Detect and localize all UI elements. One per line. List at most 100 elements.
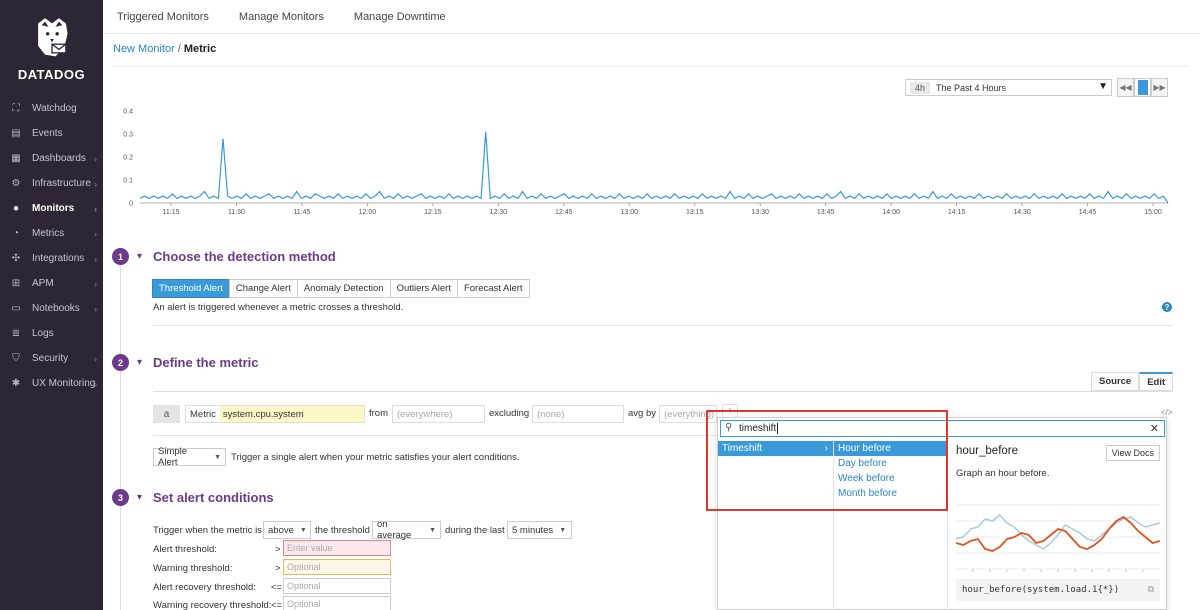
notebooks-icon: ▭ xyxy=(11,303,21,314)
excluding-placeholder: (none) xyxy=(537,408,565,420)
threshold-operator: <= xyxy=(271,582,283,593)
view-docs-button[interactable]: View Docs xyxy=(1105,445,1160,461)
function-option-list: Hour before Day before Week before Month be… xyxy=(834,441,948,610)
breadcrumb-current: Metric xyxy=(183,43,217,55)
x-tick-label: 11:15 xyxy=(163,209,180,216)
function-option-week-before[interactable]: Week before xyxy=(834,471,947,486)
sidebar-item-label: Notebooks xyxy=(32,303,80,314)
function-example-code: hour_before(system.load.1{*}) xyxy=(962,585,1120,595)
x-tick-label: 12:00 xyxy=(359,209,377,216)
sidebar-item-watchdog[interactable]: ⛶ Watchdog xyxy=(0,96,103,121)
pause-button[interactable] xyxy=(1134,78,1151,97)
x-tick-label: 14:15 xyxy=(948,209,966,216)
tab-manage-downtime[interactable]: Manage Downtime xyxy=(354,11,446,23)
sidebar-item-notebooks[interactable]: ▭ Notebooks › xyxy=(0,296,103,321)
function-option-day-before[interactable]: Day before xyxy=(834,456,947,471)
threshold-placeholder: Optional xyxy=(287,562,321,572)
method-threshold-alert-button[interactable]: Threshold Alert xyxy=(152,279,230,298)
chevron-down-icon[interactable]: ▾ xyxy=(137,251,142,262)
close-icon[interactable]: ✕ xyxy=(1150,422,1159,435)
sidebar-item-infrastructure[interactable]: ⚙ Infrastructure › xyxy=(0,171,103,196)
logs-icon: ≣ xyxy=(11,328,21,339)
breadcrumb-new-monitor[interactable]: New Monitor xyxy=(113,43,175,55)
add-function-button[interactable]: + xyxy=(722,404,738,418)
forward-button[interactable]: ▶▶ xyxy=(1151,78,1168,97)
threshold-input[interactable]: Optional xyxy=(283,578,391,594)
breadcrumb: New Monitor / Metric xyxy=(113,43,216,55)
excluding-input[interactable]: (none) xyxy=(532,405,624,423)
divider xyxy=(113,66,1188,67)
comparator-select[interactable]: above ▼ xyxy=(263,521,311,539)
metric-label: Metric xyxy=(190,408,216,420)
caret-down-icon: ▼ xyxy=(1098,81,1108,92)
sidebar-item-dashboards[interactable]: ▦ Dashboards › xyxy=(0,146,103,171)
metric-value: system.cpu.system xyxy=(219,406,364,422)
time-range-badge: 4h xyxy=(910,81,931,94)
window-value: 5 minutes xyxy=(512,524,554,536)
function-search-input[interactable]: ⚲ timeshift ✕ xyxy=(720,420,1165,437)
sidebar-item-label: Dashboards xyxy=(32,153,86,164)
sidebar-item-security[interactable]: ⛉ Security › xyxy=(0,346,103,371)
category-label: Timeshift xyxy=(722,443,763,454)
sidebar-item-monitors[interactable]: ● Monitors › xyxy=(0,196,103,221)
chevron-right-icon: › xyxy=(94,153,97,164)
threshold-input[interactable]: Enter value xyxy=(283,540,391,556)
time-range-select[interactable]: 4h The Past 4 Hours ▼ xyxy=(905,79,1112,96)
function-option-month-before[interactable]: Month before xyxy=(834,486,947,501)
sidebar-item-events[interactable]: ▤ Events xyxy=(0,121,103,146)
excluding-label: excluding xyxy=(489,408,530,419)
rewind-button[interactable]: ◀◀ xyxy=(1117,78,1134,97)
chevron-down-icon[interactable]: ▾ xyxy=(137,492,142,503)
method-outliers-alert-button[interactable]: Outliers Alert xyxy=(389,279,458,298)
tab-edit[interactable]: Edit xyxy=(1139,372,1174,391)
monitors-icon: ● xyxy=(12,203,20,214)
from-label: from xyxy=(369,408,388,419)
apm-icon: ⊞ xyxy=(11,278,21,289)
copy-icon[interactable]: ⧉ xyxy=(1148,585,1154,595)
sidebar-item-metrics[interactable]: ◔ Metrics › xyxy=(0,221,103,246)
sidebar-item-integrations[interactable]: ✣ Integrations › xyxy=(0,246,103,271)
chevron-right-icon: › xyxy=(94,378,97,389)
step-3-title: Set alert conditions xyxy=(153,490,274,505)
window-select[interactable]: 5 minutes ▼ xyxy=(507,521,572,539)
chevron-down-icon[interactable]: ▾ xyxy=(137,357,142,368)
function-search-value: timeshift xyxy=(739,423,777,434)
sidebar-item-logs[interactable]: ≣ Logs xyxy=(0,321,103,346)
alert-type-select[interactable]: Simple Alert ▼ xyxy=(153,446,226,468)
x-tick-label: 12:30 xyxy=(490,209,508,216)
threshold-input[interactable]: Optional xyxy=(283,559,391,575)
function-option-hour-before[interactable]: Hour before xyxy=(834,441,947,456)
sidebar-item-ux-monitoring[interactable]: ✱ UX Monitoring › xyxy=(0,371,103,396)
tab-source[interactable]: Source xyxy=(1091,372,1140,391)
function-category-list: Timeshift › xyxy=(718,441,834,610)
threshold-operator: > xyxy=(275,563,281,574)
threshold-input[interactable]: Optional xyxy=(283,596,391,610)
sidebar-nav: ⛶ Watchdog ▤ Events ▦ Dashboards › ⚙ Infrastruct… xyxy=(0,96,103,396)
tab-triggered-monitors[interactable]: Triggered Monitors xyxy=(117,11,209,23)
method-forecast-alert-button[interactable]: Forecast Alert xyxy=(456,279,530,298)
sidebar-item-apm[interactable]: ⊞ APM › xyxy=(0,271,103,296)
method-change-alert-button[interactable]: Change Alert xyxy=(228,279,298,298)
method-anomaly-detection-button[interactable]: Anomaly Detection xyxy=(296,279,391,298)
aggregation-select[interactable]: on average ▼ xyxy=(372,519,441,541)
category-timeshift[interactable]: Timeshift › xyxy=(718,441,833,456)
help-icon[interactable]: ? xyxy=(1162,302,1172,312)
function-description: Graph an hour before. xyxy=(956,468,1050,479)
metrics-icon: ◔ xyxy=(12,228,20,239)
x-tick-label: 11:30 xyxy=(228,209,245,216)
datadog-logo[interactable]: DATADOG xyxy=(0,0,103,88)
code-icon[interactable]: </> xyxy=(1161,408,1173,417)
metric-field[interactable]: Metric system.cpu.system xyxy=(185,405,365,423)
sidebar-item-label: Logs xyxy=(32,328,54,339)
tab-manage-monitors[interactable]: Manage Monitors xyxy=(239,11,324,23)
infrastructure-icon: ⚙ xyxy=(11,178,21,189)
sidebar-item-label: UX Monitoring xyxy=(32,378,96,389)
avg-by-input[interactable]: (everything) xyxy=(659,405,717,423)
step-3-number: 3 xyxy=(112,489,129,506)
chevron-right-icon: › xyxy=(94,203,97,214)
x-tick-label: 12:45 xyxy=(555,209,573,216)
step-2-number: 2 xyxy=(112,354,129,371)
from-input[interactable]: (everywhere) xyxy=(392,405,485,423)
alert-type-description: Trigger a single alert when your metric … xyxy=(231,452,520,463)
metric-series-line xyxy=(139,131,1169,204)
